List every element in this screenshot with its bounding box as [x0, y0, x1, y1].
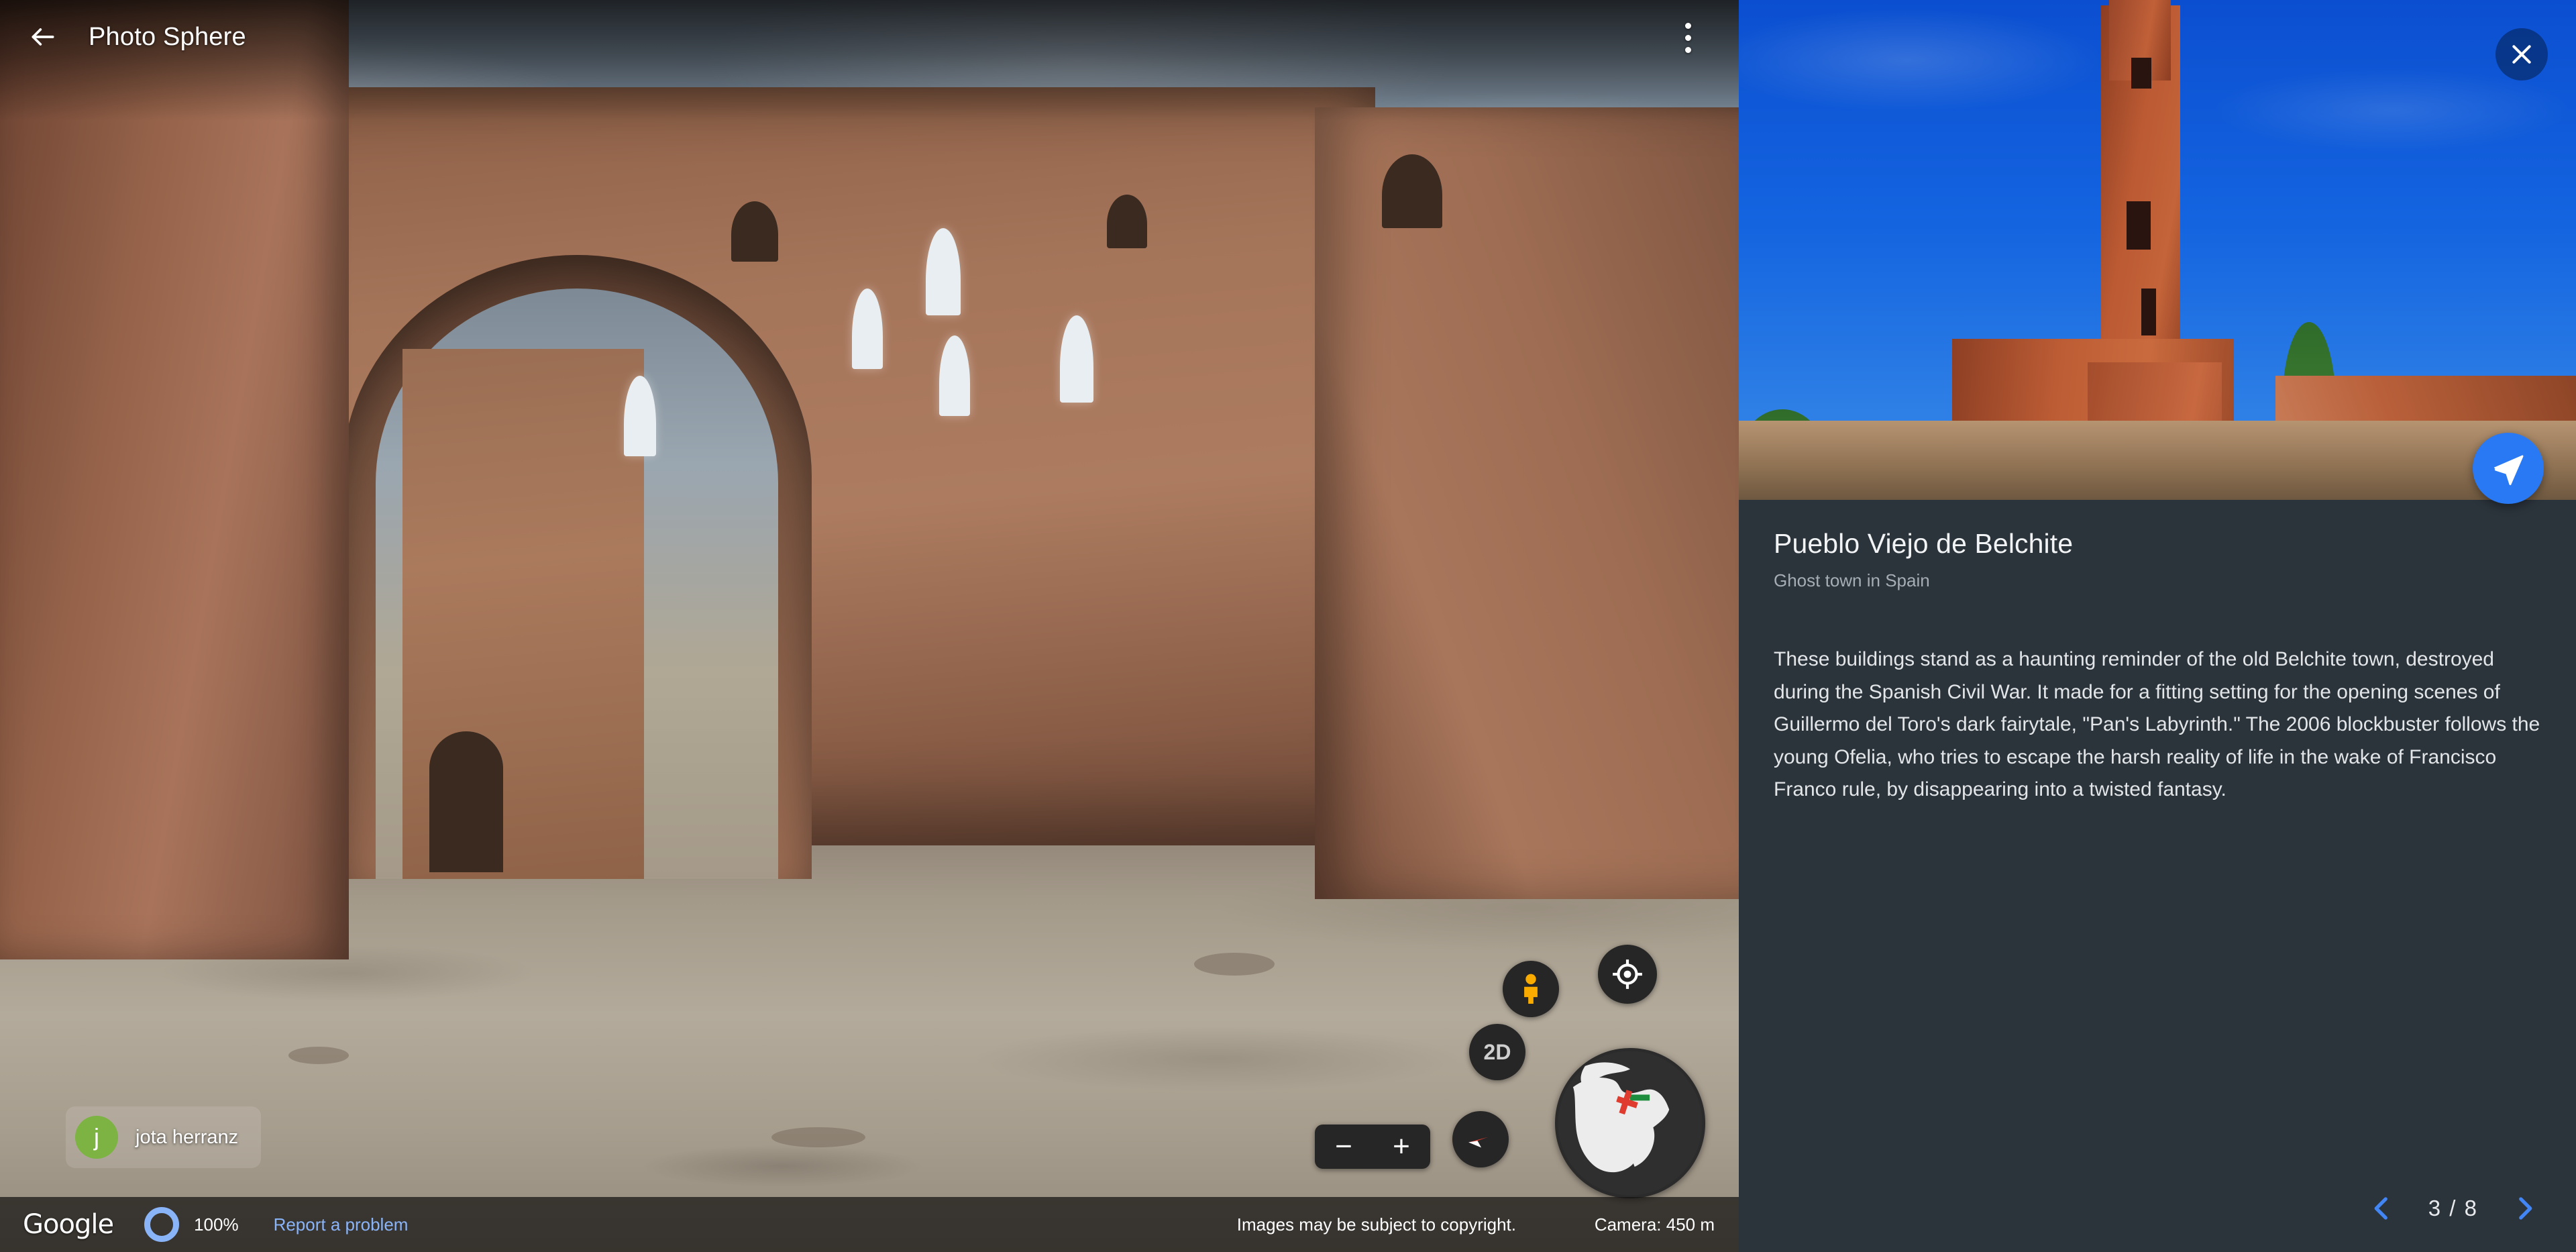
scene-wall-breach	[1382, 154, 1442, 228]
globe-icon[interactable]	[1555, 1048, 1705, 1198]
compass-icon[interactable]	[1452, 1111, 1509, 1167]
camera-altitude: Camera: 450 m	[1594, 1214, 1715, 1235]
zoom-controls[interactable]: − +	[1315, 1125, 1430, 1169]
zoom-level: 100%	[194, 1214, 239, 1235]
scene-wall-breach	[1107, 195, 1147, 248]
scene-doorway	[429, 731, 503, 872]
place-subtitle: Ghost town in Spain	[1774, 570, 1930, 590]
viewer-header: Photo Sphere	[0, 0, 1739, 74]
report-problem-link[interactable]: Report a problem	[274, 1214, 409, 1235]
photo-attribution[interactable]: j jota herranz	[66, 1106, 262, 1168]
zoom-ring-icon	[144, 1207, 180, 1242]
hero-belfry-opening	[2131, 58, 2151, 89]
scene-rubble	[1194, 953, 1275, 976]
panel-body: Pueblo Viejo de Belchite Ghost town in S…	[1739, 500, 2576, 806]
view-mode-2d-button[interactable]: 2D	[1469, 1024, 1525, 1080]
place-description: These buildings stand as a haunting remi…	[1774, 648, 2540, 801]
send-icon[interactable]	[2473, 433, 2544, 504]
google-logo: Google	[23, 1209, 114, 1240]
pegman-icon[interactable]	[1503, 961, 1559, 1017]
chevron-right-icon[interactable]	[2509, 1193, 2540, 1224]
photo-sphere-viewer[interactable]: Photo Sphere j jota herranz 2D − + Googl…	[0, 0, 1739, 1252]
scene-right-wall	[1315, 107, 1739, 899]
scene-left-wall	[0, 0, 349, 959]
scene-wall-breach	[731, 201, 778, 262]
close-icon[interactable]	[2496, 28, 2548, 81]
photo-author-name: jota herranz	[136, 1126, 239, 1148]
hero-ground	[1739, 421, 2576, 500]
page-title: Photo Sphere	[89, 22, 246, 51]
hero-belfry-opening	[2127, 201, 2151, 250]
photo-sphere-app: Photo Sphere j jota herranz 2D − + Googl…	[0, 0, 2576, 1252]
hero-image	[1739, 0, 2576, 500]
hero-belfry-opening	[2141, 289, 2156, 335]
arrow-left-icon[interactable]	[24, 18, 62, 56]
place-title: Pueblo Viejo de Belchite	[1774, 528, 2074, 559]
copyright-notice: Images may be subject to copyright.	[1236, 1214, 1516, 1235]
my-location-icon[interactable]	[1598, 945, 1657, 1004]
viewer-statusbar: Google 100% Report a problem Images may …	[0, 1197, 1739, 1252]
scene-rubble	[771, 1127, 865, 1147]
zoom-out-button[interactable]: −	[1335, 1132, 1352, 1161]
more-vertical-icon[interactable]	[1670, 20, 1705, 55]
avatar: j	[75, 1116, 118, 1159]
scene-rubble	[288, 1047, 349, 1064]
place-info-panel: Pueblo Viejo de Belchite Ghost town in S…	[1739, 0, 2576, 1252]
zoom-in-button[interactable]: +	[1393, 1132, 1410, 1161]
chevron-left-icon[interactable]	[2367, 1193, 2398, 1224]
panel-pagination: 3 / 8	[2367, 1193, 2540, 1224]
page-indicator: 3 / 8	[2428, 1196, 2478, 1220]
